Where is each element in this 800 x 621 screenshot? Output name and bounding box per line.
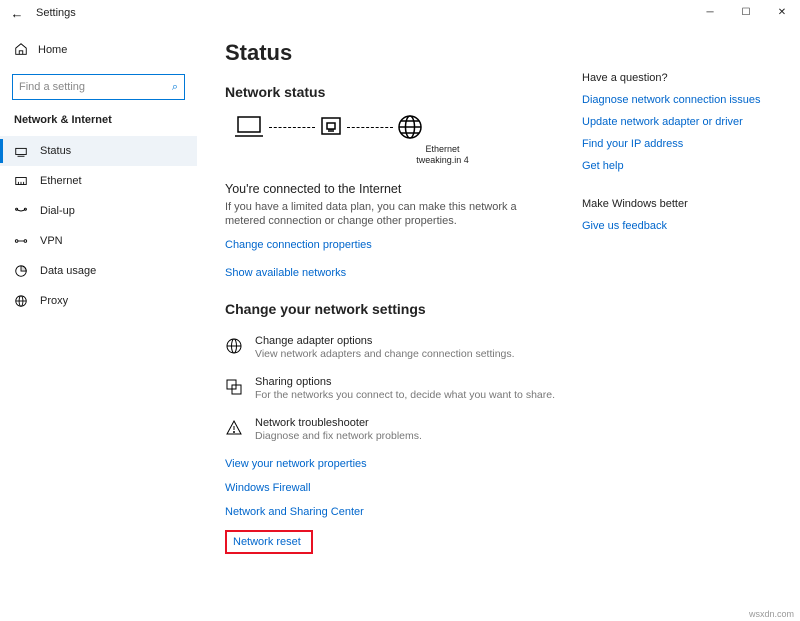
link-show-networks[interactable]: Show available networks [225,267,582,279]
nav-label: VPN [40,235,63,247]
diagram-line [269,127,315,128]
sidebar-item-status[interactable]: Status [0,136,197,166]
network-diagram [233,114,582,140]
feedback-head: Make Windows better [582,198,782,210]
connected-desc: If you have a limited data plan, you can… [225,200,525,230]
opt-adapter-options[interactable]: Change adapter optionsView network adapt… [225,335,582,360]
ethernet-icon [14,174,28,188]
opt-troubleshooter[interactable]: Network troubleshooterDiagnose and fix n… [225,417,582,442]
rc-link-find-ip[interactable]: Find your IP address [582,138,782,150]
home-icon [14,42,28,59]
link-change-connection-props[interactable]: Change connection properties [225,239,582,251]
watermark: wsxdn.com [749,609,794,619]
diagram-label: Ethernet tweaking.in 4 [303,144,582,166]
diagram-network: tweaking.in 4 [303,155,582,166]
laptop-icon [233,114,265,140]
rc-link-diagnose[interactable]: Diagnose network connection issues [582,94,782,106]
main-panel: Status Network status Ethernet tweaking.… [225,40,582,621]
sidebar-item-ethernet[interactable]: Ethernet [0,166,197,196]
diagram-iface: Ethernet [303,144,582,155]
rc-link-update-adapter[interactable]: Update network adapter or driver [582,116,782,128]
nav-label: Ethernet [40,175,82,187]
link-network-sharing-center[interactable]: Network and Sharing Center [225,506,582,518]
diagram-line [347,127,393,128]
rc-link-feedback[interactable]: Give us feedback [582,220,782,232]
connected-title: You're connected to the Internet [225,182,582,196]
home-nav[interactable]: Home [0,36,197,64]
window-controls: ─ ☐ ✕ [692,0,800,24]
link-network-reset[interactable]: Network reset [233,536,301,548]
opt-desc: Diagnose and fix network problems. [255,430,422,442]
link-view-properties[interactable]: View your network properties [225,458,582,470]
sidebar-item-vpn[interactable]: VPN [0,226,197,256]
sidebar-item-datausage[interactable]: Data usage [0,256,197,286]
link-windows-firewall[interactable]: Windows Firewall [225,482,582,494]
title-bar: ← Settings [0,0,800,26]
proxy-icon [14,294,28,308]
sidebar-item-proxy[interactable]: Proxy [0,286,197,316]
home-label: Home [38,44,67,56]
sharing-options-icon [225,376,243,399]
page-title: Status [225,40,582,66]
opt-title: Network troubleshooter [255,417,422,429]
nav-label: Status [40,145,71,157]
question-head: Have a question? [582,72,782,84]
window-title: Settings [30,7,76,19]
search-icon: ⌕ [172,81,178,94]
search-input[interactable] [19,81,162,93]
vpn-icon [14,234,28,248]
adapter-options-icon [225,335,243,358]
highlight-box: Network reset [225,530,313,554]
nav-label: Dial-up [40,205,75,217]
close-button[interactable]: ✕ [764,0,800,24]
sidebar: Home ⌕ Network & Internet Status Etherne… [0,26,197,621]
opt-title: Sharing options [255,376,555,388]
section-change-settings: Change your network settings [225,301,582,317]
datausage-icon [14,264,28,278]
ethernet-adapter-icon [319,114,343,140]
help-panel: Have a question? Diagnose network connec… [582,40,782,621]
rc-link-get-help[interactable]: Get help [582,160,782,172]
search-box[interactable]: ⌕ [12,74,185,100]
opt-sharing-options[interactable]: Sharing optionsFor the networks you conn… [225,376,582,401]
back-button[interactable]: ← [4,6,30,21]
globe-icon [397,114,423,140]
troubleshooter-icon [225,417,243,440]
nav-label: Proxy [40,295,68,307]
maximize-button[interactable]: ☐ [728,0,764,24]
opt-desc: For the networks you connect to, decide … [255,389,555,401]
opt-desc: View network adapters and change connect… [255,348,515,360]
nav-label: Data usage [40,265,96,277]
opt-title: Change adapter options [255,335,515,347]
status-icon [14,144,28,158]
section-network-status: Network status [225,84,582,100]
sidebar-item-dialup[interactable]: Dial-up [0,196,197,226]
minimize-button[interactable]: ─ [692,0,728,24]
sidebar-section: Network & Internet [0,114,197,136]
dialup-icon [14,204,28,218]
